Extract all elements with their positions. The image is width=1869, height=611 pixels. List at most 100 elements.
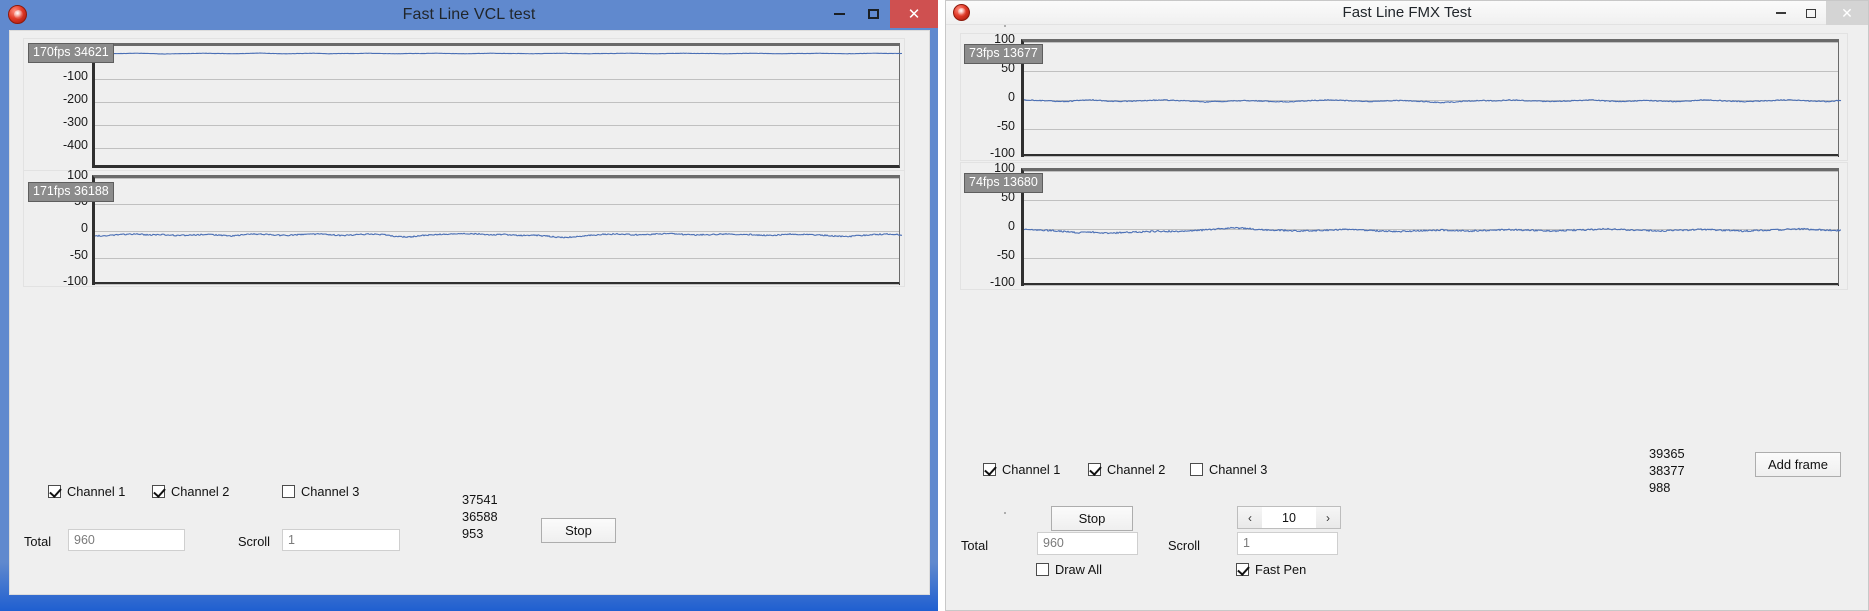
vcl-stop-button[interactable]: Stop bbox=[541, 518, 616, 543]
vcl-scroll-input[interactable]: 1 bbox=[282, 529, 400, 551]
checkbox-box bbox=[1190, 463, 1203, 476]
checkbox-label: Channel 3 bbox=[1209, 462, 1268, 477]
fmx-stat-3: 988 bbox=[1649, 480, 1671, 495]
y-tick-label: -100 bbox=[989, 275, 1015, 289]
y-tick-label: -50 bbox=[996, 248, 1015, 262]
vcl-chart-panel-2: 100 50 0 -50 -100 171fps 36188 bbox=[23, 168, 905, 288]
fmx-total-input[interactable]: 960 bbox=[1037, 532, 1138, 555]
minimize-icon bbox=[1776, 12, 1786, 14]
checkbox-box bbox=[983, 463, 996, 476]
checkbox-label: Fast Pen bbox=[1255, 562, 1307, 577]
fmx-chart-panel-1: 100 50 0 -50 -100 73fps 13677 bbox=[960, 32, 1848, 161]
vcl-scroll-label: Scroll bbox=[238, 534, 270, 549]
fmx-checkbox-channel-3[interactable]: Channel 3 bbox=[1190, 462, 1267, 477]
y-tick-label: -200 bbox=[62, 92, 88, 106]
minimize-icon bbox=[833, 13, 845, 15]
close-button[interactable]: ✕ bbox=[890, 0, 938, 28]
fmx-checkbox-fast-pen[interactable]: Fast Pen bbox=[1236, 562, 1306, 577]
checkbox-box bbox=[1036, 563, 1049, 576]
vcl-chart-2-plot bbox=[92, 175, 903, 285]
fmx-chart-1-fps-badge: 73fps 13677 bbox=[964, 44, 1043, 64]
checkbox-box bbox=[1236, 563, 1249, 576]
fmx-scroll-label: Scroll bbox=[1168, 538, 1200, 553]
stepper-prev-button[interactable]: ‹ bbox=[1238, 507, 1262, 528]
vcl-total-input[interactable]: 960 bbox=[68, 529, 185, 551]
checkbox-label: Channel 2 bbox=[171, 484, 230, 499]
fmx-add-frame-label: Add frame bbox=[1768, 457, 1828, 472]
maximize-button[interactable] bbox=[856, 0, 890, 28]
checkbox-box bbox=[152, 485, 165, 498]
y-tick-label: 0 bbox=[1008, 219, 1015, 233]
fmx-stat-2: 38377 bbox=[1649, 463, 1685, 478]
fmx-titlebar[interactable]: Fast Line FMX Test ✕ bbox=[946, 1, 1868, 25]
vcl-chart-panel-1: -100 -200 -300 -400 170fps 34621 bbox=[23, 38, 905, 171]
vcl-window-title: Fast Line VCL test bbox=[402, 6, 536, 23]
chevron-left-icon: ‹ bbox=[1248, 510, 1252, 525]
fmx-chart-2-plot bbox=[1021, 168, 1842, 286]
fmx-stop-button-label: Stop bbox=[1078, 511, 1106, 526]
vcl-chart-1-plot bbox=[92, 43, 903, 168]
checkbox-label: Channel 2 bbox=[1107, 462, 1166, 477]
y-tick-label: -100 bbox=[989, 146, 1015, 160]
vcl-stat-2: 36588 bbox=[462, 509, 498, 524]
vcl-checkbox-channel-1[interactable]: Channel 1 bbox=[48, 484, 125, 499]
maximize-icon bbox=[867, 9, 879, 19]
fmx-chart-2-fps-badge: 74fps 13680 bbox=[964, 173, 1043, 193]
stepper-next-button[interactable]: › bbox=[1316, 507, 1340, 528]
close-icon: ✕ bbox=[1841, 4, 1853, 21]
checkbox-box bbox=[48, 485, 61, 498]
vcl-titlebar[interactable]: Fast Line VCL test ✕ bbox=[0, 0, 938, 30]
vcl-stop-button-label: Stop bbox=[565, 523, 592, 538]
vcl-chart-2-fps-badge: 171fps 36188 bbox=[28, 182, 114, 202]
vcl-client-area: -100 -200 -300 -400 170fps 34621 100 0 -… bbox=[9, 30, 930, 595]
chevron-right-icon: › bbox=[1326, 510, 1330, 525]
vcl-chart-1-fps-badge: 170fps 34621 bbox=[28, 43, 114, 63]
vcl-total-label: Total bbox=[24, 534, 52, 549]
fmx-checkbox-channel-2[interactable]: Channel 2 bbox=[1088, 462, 1165, 477]
vcl-window: Fast Line VCL test ✕ -100 -200 -300 -400… bbox=[0, 0, 938, 611]
fmx-scroll-stepper[interactable]: ‹ 10 › bbox=[1237, 506, 1341, 529]
fmx-chart-1-trace bbox=[1024, 98, 1842, 104]
checkbox-box bbox=[282, 485, 295, 498]
close-button[interactable]: ✕ bbox=[1826, 1, 1868, 25]
vcl-chart-2-trace bbox=[95, 232, 903, 239]
fmx-chart-panel-2: 100 50 0 -50 -100 74fps 13680 bbox=[960, 161, 1848, 290]
y-tick-label: -100 bbox=[62, 69, 88, 83]
fmx-checkbox-channel-1[interactable]: Channel 1 bbox=[983, 462, 1060, 477]
vcl-stat-3: 953 bbox=[462, 526, 484, 541]
fmx-stat-1: 39365 bbox=[1649, 446, 1685, 461]
fmx-total-label: Total bbox=[961, 538, 989, 553]
checkbox-label: Channel 1 bbox=[1002, 462, 1061, 477]
fmx-checkbox-draw-all[interactable]: Draw All bbox=[1036, 562, 1102, 577]
checkbox-box bbox=[1088, 463, 1101, 476]
stepper-value: 10 bbox=[1262, 507, 1316, 528]
checkbox-label: Channel 3 bbox=[301, 484, 360, 499]
y-tick-label: 0 bbox=[1008, 90, 1015, 104]
checkbox-label: Channel 1 bbox=[67, 484, 126, 499]
y-tick-label: 0 bbox=[81, 221, 88, 235]
y-tick-label: -300 bbox=[62, 115, 88, 129]
checkbox-label: Draw All bbox=[1055, 562, 1102, 577]
y-tick-label: -400 bbox=[62, 138, 88, 152]
y-tick-label: -100 bbox=[62, 274, 88, 288]
maximize-icon bbox=[1806, 8, 1816, 18]
vcl-window-buttons: ✕ bbox=[822, 0, 938, 28]
fmx-window: Fast Line FMX Test ✕ 100 50 0 -50 -100 7… bbox=[945, 0, 1869, 611]
fmx-scroll-input[interactable]: 1 bbox=[1237, 532, 1338, 555]
close-icon: ✕ bbox=[907, 5, 921, 23]
fmx-window-buttons: ✕ bbox=[1766, 1, 1868, 25]
vcl-checkbox-channel-3[interactable]: Channel 3 bbox=[282, 484, 359, 499]
fmx-stop-button[interactable]: Stop bbox=[1051, 506, 1133, 531]
fmx-chart-1-plot bbox=[1021, 39, 1842, 157]
delphi-app-icon bbox=[8, 5, 27, 24]
maximize-button[interactable] bbox=[1796, 1, 1826, 25]
vcl-checkbox-channel-2[interactable]: Channel 2 bbox=[152, 484, 229, 499]
fmx-add-frame-button[interactable]: Add frame bbox=[1755, 452, 1841, 477]
delphi-app-icon bbox=[953, 4, 970, 21]
minimize-button[interactable] bbox=[1766, 1, 1796, 25]
minimize-button[interactable] bbox=[822, 0, 856, 28]
fmx-client-area: 100 50 0 -50 -100 73fps 13677 100 50 0 -… bbox=[946, 25, 1868, 610]
y-tick-label: -50 bbox=[996, 119, 1015, 133]
fmx-window-title: Fast Line FMX Test bbox=[1342, 4, 1472, 21]
vcl-stat-1: 37541 bbox=[462, 492, 498, 507]
